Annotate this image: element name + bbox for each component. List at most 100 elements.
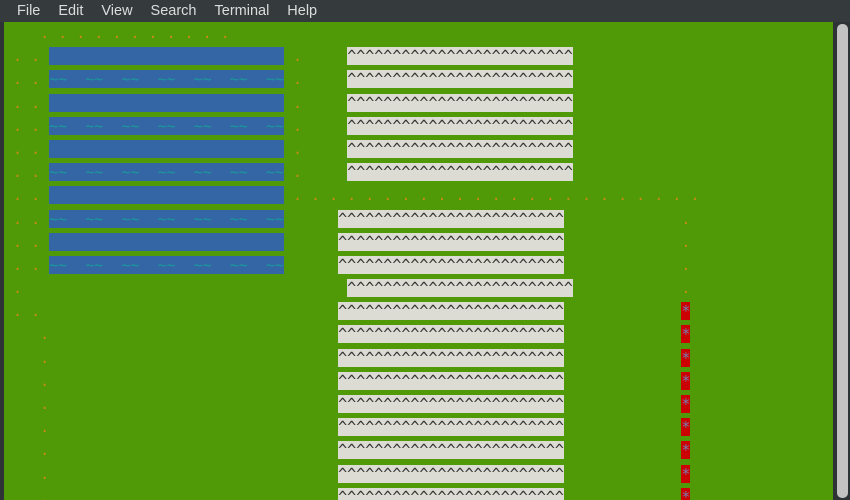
map-tile-grass <box>690 302 718 321</box>
map-tile-mountain: ^^^^^^^^^^^^^^^^^^^^^^^^^ <box>338 487 564 500</box>
map-row: . . . . . . . . . . . <box>4 22 833 45</box>
map-tile-grass <box>229 24 718 42</box>
map-row: . . ~~ ~~ ~~ ~~ ~~ ~~ ~~ ^^^^^^^^^^^^^^^… <box>4 254 833 277</box>
scrollbar-thumb[interactable] <box>837 24 848 498</box>
map-tile-grass <box>22 255 32 274</box>
map-tile-grass <box>4 255 14 274</box>
map-tile-grass <box>563 255 682 274</box>
map-row: . . . ^^^^^^^^^^^^^^^^^^^^^^^^^ <box>4 92 833 115</box>
map-tile-grass <box>4 464 41 483</box>
map-tile-path: . <box>13 93 23 112</box>
map-tile-path: . <box>31 139 50 158</box>
map-tile-grass <box>563 209 682 228</box>
map-tile-mountain: ^^^^^^^^^^^^^^^^^^^^^^^^^ <box>338 441 564 460</box>
terminal-screen[interactable]: . . . . . . . . . . . . . . ^^^^^^^^^^^^… <box>4 22 833 500</box>
map-tile-grass <box>4 47 14 66</box>
map-tile-grass <box>572 47 718 66</box>
map-tile-path: . <box>13 279 23 298</box>
map-tile-player: * <box>681 302 691 321</box>
map-tile-path: . <box>40 487 50 500</box>
map-tile-path: . <box>31 116 50 135</box>
map-tile-path: . <box>293 139 303 158</box>
map-row: . . ^^^^^^^^^^^^^^^^^^^^^^^^^ * <box>4 300 833 323</box>
menu-view[interactable]: View <box>92 0 141 22</box>
map-tile-player: * <box>681 464 691 483</box>
map-tile-grass <box>283 47 293 66</box>
map-tile-player: * <box>681 395 691 413</box>
map-tile-mountain: ^^^^^^^^^^^^^^^^^^^^^^^^^ <box>338 325 564 344</box>
map-tile-path: . <box>31 47 50 66</box>
map-tile-path: . <box>40 418 50 437</box>
map-tile-grass <box>22 279 348 298</box>
menu-terminal[interactable]: Terminal <box>206 0 279 22</box>
map-tile-grass <box>690 395 718 413</box>
map-tile-grass <box>22 139 32 158</box>
map-tile-grass <box>563 464 682 483</box>
map-tile-grass <box>4 70 14 89</box>
map-tile-grass <box>302 139 348 158</box>
menu-file[interactable]: File <box>8 0 49 22</box>
map-tile-mountain: ^^^^^^^^^^^^^^^^^^^^^^^^^ <box>338 464 564 483</box>
map-tile-path: . <box>293 93 303 112</box>
map-tile-grass <box>563 232 682 251</box>
map-tile-grass <box>563 418 682 437</box>
map-tile-path: . <box>31 70 50 89</box>
map-tile-grass <box>4 24 41 42</box>
map-tile-path: . . . . . . . . . . . <box>40 24 230 42</box>
map-tile-path: . <box>40 395 50 413</box>
map-tile-grass <box>4 163 14 182</box>
map-row: . ^^^^^^^^^^^^^^^^^^^^^^^^^ * <box>4 370 833 393</box>
map-tile-path: . <box>13 70 23 89</box>
map-tile-water <box>49 232 284 251</box>
menu-edit[interactable]: Edit <box>49 0 92 22</box>
map-tile-grass <box>4 93 14 112</box>
map-tile-grass <box>690 232 718 251</box>
map-tile-grass <box>572 70 718 89</box>
map-tile-player: * <box>681 441 691 460</box>
map-tile-path: . <box>31 186 50 205</box>
map-tile-grass <box>283 186 293 205</box>
map-tile-mountain: ^^^^^^^^^^^^^^^^^^^^^^^^^ <box>347 279 573 298</box>
map-row: . ^^^^^^^^^^^^^^^^^^^^^^^^^ * <box>4 347 833 370</box>
map-tile-grass <box>690 279 718 298</box>
map-tile-grass <box>690 209 718 228</box>
map-tile-grass <box>572 93 718 112</box>
map-tile-grass <box>283 232 339 251</box>
map-tile-grass <box>302 93 348 112</box>
menu-help[interactable]: Help <box>278 0 326 22</box>
map-row: . ^^^^^^^^^^^^^^^^^^^^^^^^^ * <box>4 393 833 416</box>
map-tile-grass <box>283 209 339 228</box>
map-tile-path: . <box>13 186 23 205</box>
map-tile-grass <box>283 70 293 89</box>
map-tile-path: . <box>13 139 23 158</box>
map-tile-grass <box>690 348 718 367</box>
vertical-scrollbar[interactable] <box>833 22 850 500</box>
map-tile-grass <box>4 325 41 344</box>
map-tile-mountain: ^^^^^^^^^^^^^^^^^^^^^^^^^ <box>347 70 573 89</box>
terminal-body[interactable]: . . . . . . . . . . . . . . ^^^^^^^^^^^^… <box>0 22 850 500</box>
map-tile-grass <box>22 163 32 182</box>
map-tile-path: . <box>13 47 23 66</box>
map-tile-grass <box>302 47 348 66</box>
map-tile-grass <box>49 348 339 367</box>
map-row: . . . ^^^^^^^^^^^^^^^^^^^^^^^^^ <box>4 45 833 68</box>
map-tile-path: . <box>40 464 50 483</box>
map-tile-path: . <box>31 163 50 182</box>
ascii-map-grid: . . . . . . . . . . . . . . ^^^^^^^^^^^^… <box>4 22 833 500</box>
map-row: . ^^^^^^^^^^^^^^^^^^^^^^^^^ * <box>4 439 833 462</box>
map-tile-grass <box>283 116 293 135</box>
map-tile-grass <box>22 70 32 89</box>
map-tile-path: . <box>31 209 50 228</box>
map-row: . . ^^^^^^^^^^^^^^^^^^^^^^^^^ . <box>4 231 833 254</box>
menu-search[interactable]: Search <box>142 0 206 22</box>
map-tile-grass <box>4 302 14 321</box>
map-tile-path: . <box>293 116 303 135</box>
map-tile-grass <box>302 116 348 135</box>
map-tile-water <box>49 186 284 205</box>
map-row: . ^^^^^^^^^^^^^^^^^^^^^^^^^ . <box>4 277 833 300</box>
map-tile-grass <box>49 441 339 460</box>
map-tile-grass <box>4 487 41 500</box>
map-tile-mountain: ^^^^^^^^^^^^^^^^^^^^^^^^^ <box>338 348 564 367</box>
map-row: . . ~~ ~~ ~~ ~~ ~~ ~~ ~~ . ^^^^^^^^^^^^^… <box>4 115 833 138</box>
map-tile-grass <box>572 279 682 298</box>
